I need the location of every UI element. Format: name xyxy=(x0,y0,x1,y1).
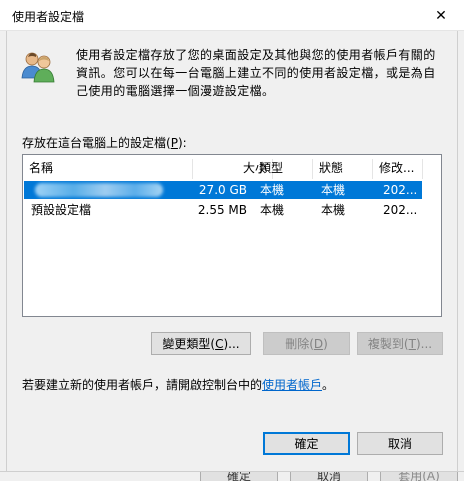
list-item[interactable]: 27.0 GB 本機 本機 202... xyxy=(24,181,422,199)
list-item-status: 本機 xyxy=(321,203,346,217)
list-item-type: 本機 xyxy=(260,203,285,217)
change-type-button[interactable]: 變更類型(C)... xyxy=(151,332,251,355)
list-item-modified: 202... xyxy=(383,203,418,217)
copy-to-key: T xyxy=(408,336,416,351)
redacted-name xyxy=(35,183,163,197)
copy-to-label: 複製到( xyxy=(367,337,409,351)
list-item-type: 本機 xyxy=(260,183,285,197)
close-icon: ✕ xyxy=(435,7,447,24)
column-header-modified[interactable]: 修改... xyxy=(373,155,423,181)
list-header: 名稱 大小 類型 狀態 修改... xyxy=(23,155,441,181)
close-button[interactable]: ✕ xyxy=(418,0,464,31)
copy-to-button[interactable]: 複製到(T)... xyxy=(357,332,443,355)
column-header-type[interactable]: 類型 xyxy=(253,155,313,181)
info-text: 若要建立新的使用者帳戶，請開啟控制台中的使用者帳戶。 xyxy=(22,376,334,393)
list-item-size: 2.55 MB xyxy=(197,203,247,217)
delete-button[interactable]: 刪除(D) xyxy=(263,332,350,355)
window-title: 使用者設定檔 xyxy=(12,10,85,24)
copy-to-suffix: )... xyxy=(415,336,433,351)
delete-label: 刪除( xyxy=(285,337,314,351)
delete-key: D xyxy=(313,336,324,351)
cancel-button[interactable]: 取消 xyxy=(357,432,443,455)
change-type-suffix: )... xyxy=(223,336,240,351)
profiles-listview[interactable]: 名稱 大小 類型 狀態 修改... 27.0 GB 本機 本機 202... 預… xyxy=(22,154,442,317)
list-item-size: 27.0 GB xyxy=(198,183,247,197)
list-item-modified: 202... xyxy=(383,183,418,197)
profiles-list-label: 存放在這台電腦上的設定檔(P): xyxy=(22,134,187,151)
profiles-list-label-text: 存放在這台電腦上的設定檔( xyxy=(22,136,171,150)
list-item-name: 預設設定檔 xyxy=(31,203,92,217)
info-text-suffix: 。 xyxy=(322,378,335,392)
profiles-list-label-key: P xyxy=(170,136,178,150)
ok-button[interactable]: 確定 xyxy=(263,432,350,455)
list-item-name xyxy=(31,181,181,199)
list-item-status: 本機 xyxy=(321,183,346,197)
column-header-name[interactable]: 名稱 xyxy=(23,155,193,181)
change-type-label: 變更類型( xyxy=(162,337,216,351)
delete-suffix: ) xyxy=(323,336,328,351)
users-icon xyxy=(21,52,55,83)
user-accounts-link[interactable]: 使用者帳戶 xyxy=(262,378,322,392)
change-type-key: C xyxy=(215,336,224,351)
profiles-list-label-suffix: ): xyxy=(177,136,187,150)
description-text: 使用者設定檔存放了您的桌面設定及其他與您的使用者帳戶有關的資訊。您可以在每一台電… xyxy=(76,48,436,98)
info-text-body: 若要建立新的使用者帳戶，請開啟控制台中的 xyxy=(22,378,263,392)
title-bar: 使用者設定檔 ✕ xyxy=(0,0,464,31)
list-item[interactable]: 預設設定檔 2.55 MB 本機 本機 202... xyxy=(24,201,422,219)
column-header-status[interactable]: 狀態 xyxy=(313,155,373,181)
